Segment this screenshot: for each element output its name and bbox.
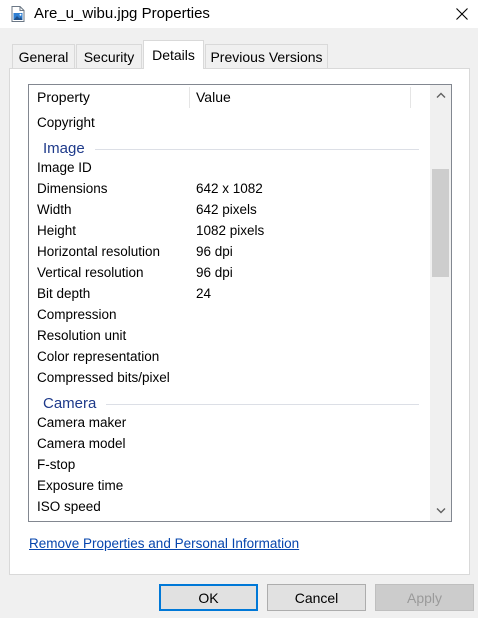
property-row[interactable]: Camera model — [29, 433, 429, 454]
property-row[interactable]: Camera maker — [29, 412, 429, 433]
image-file-icon — [11, 6, 25, 22]
property-name: Horizontal resolution — [37, 244, 161, 259]
property-name: Resolution unit — [37, 328, 127, 343]
property-row[interactable]: Vertical resolution 96 dpi — [29, 262, 429, 283]
property-name: Bit depth — [37, 286, 91, 301]
property-row[interactable]: F-stop — [29, 454, 429, 475]
property-name: Copyright — [37, 115, 95, 130]
property-row[interactable]: Resolution unit — [29, 325, 429, 346]
property-row[interactable]: Image ID — [29, 157, 429, 178]
property-row[interactable]: Horizontal resolution 96 dpi — [29, 241, 429, 262]
property-value: 642 pixels — [196, 202, 257, 217]
property-row[interactable]: Width 642 pixels — [29, 199, 429, 220]
tab-previous-versions[interactable]: Previous Versions — [205, 44, 328, 68]
property-value: 1082 pixels — [196, 223, 265, 238]
column-divider[interactable] — [189, 87, 190, 108]
tab-label: Previous Versions — [210, 48, 323, 65]
group-label: Image — [43, 140, 85, 157]
property-name: Dimensions — [37, 181, 108, 196]
property-name: Compression — [37, 307, 117, 322]
property-name: Color representation — [37, 349, 160, 364]
column-header-value[interactable]: Value — [196, 89, 231, 105]
list-header: Property Value — [29, 85, 429, 110]
property-row[interactable]: Bit depth 24 — [29, 283, 429, 304]
property-row[interactable]: Compression — [29, 304, 429, 325]
property-name: Camera maker — [37, 415, 127, 430]
cancel-button[interactable]: Cancel — [267, 584, 366, 611]
tab-label: General — [18, 48, 69, 65]
column-divider[interactable] — [410, 87, 411, 108]
tab-label: Details — [152, 47, 195, 63]
group-divider — [95, 149, 419, 150]
property-name: Vertical resolution — [37, 265, 144, 280]
title-bar: Are_u_wibu.jpg Properties — [0, 0, 478, 28]
property-value: 96 dpi — [196, 265, 233, 280]
column-header-property[interactable]: Property — [37, 89, 90, 105]
scroll-down-button[interactable] — [430, 501, 451, 521]
property-name: Exposure time — [37, 478, 124, 493]
chevron-up-icon — [436, 92, 445, 98]
property-value: 642 x 1082 — [196, 181, 263, 196]
property-row[interactable]: ISO speed — [29, 496, 429, 517]
property-row[interactable]: Color representation — [29, 346, 429, 367]
remove-properties-link[interactable]: Remove Properties and Personal Informati… — [29, 536, 299, 551]
property-value: 24 — [196, 286, 212, 301]
scrollbar-thumb[interactable] — [432, 169, 449, 277]
chevron-down-icon — [436, 508, 445, 514]
property-row[interactable]: Height 1082 pixels — [29, 220, 429, 241]
property-name: ISO speed — [37, 499, 101, 514]
property-row[interactable]: Dimensions 642 x 1082 — [29, 178, 429, 199]
ok-button[interactable]: OK — [159, 584, 258, 611]
property-name: Compressed bits/pixel — [37, 370, 170, 385]
property-value: 96 dpi — [196, 244, 233, 259]
property-name: Width — [37, 202, 72, 217]
property-name: F-stop — [37, 457, 76, 472]
vertical-scrollbar[interactable] — [430, 85, 451, 521]
apply-button[interactable]: Apply — [375, 584, 474, 611]
properties-list[interactable]: Property Value Copyright Image Image ID Dim… — [28, 84, 452, 522]
close-icon — [456, 8, 468, 20]
property-row[interactable]: Exposure time — [29, 475, 429, 496]
group-label: Camera — [43, 395, 97, 412]
group-divider — [106, 404, 419, 405]
close-button[interactable] — [446, 0, 478, 28]
property-name: Camera model — [37, 436, 126, 451]
details-panel: Property Value Copyright Image Image ID Dim… — [9, 68, 470, 575]
property-name: Height — [37, 223, 77, 238]
tab-label: Security — [83, 48, 135, 65]
property-row[interactable]: Copyright — [29, 112, 429, 133]
tab-general[interactable]: General — [12, 44, 75, 68]
window-title: Are_u_wibu.jpg Properties — [34, 5, 210, 22]
tab-security[interactable]: Security — [76, 44, 142, 68]
tab-details[interactable]: Details — [143, 40, 204, 69]
property-row[interactable]: Compressed bits/pixel — [29, 367, 429, 388]
property-name: Image ID — [37, 160, 92, 175]
scroll-up-button[interactable] — [430, 85, 451, 105]
